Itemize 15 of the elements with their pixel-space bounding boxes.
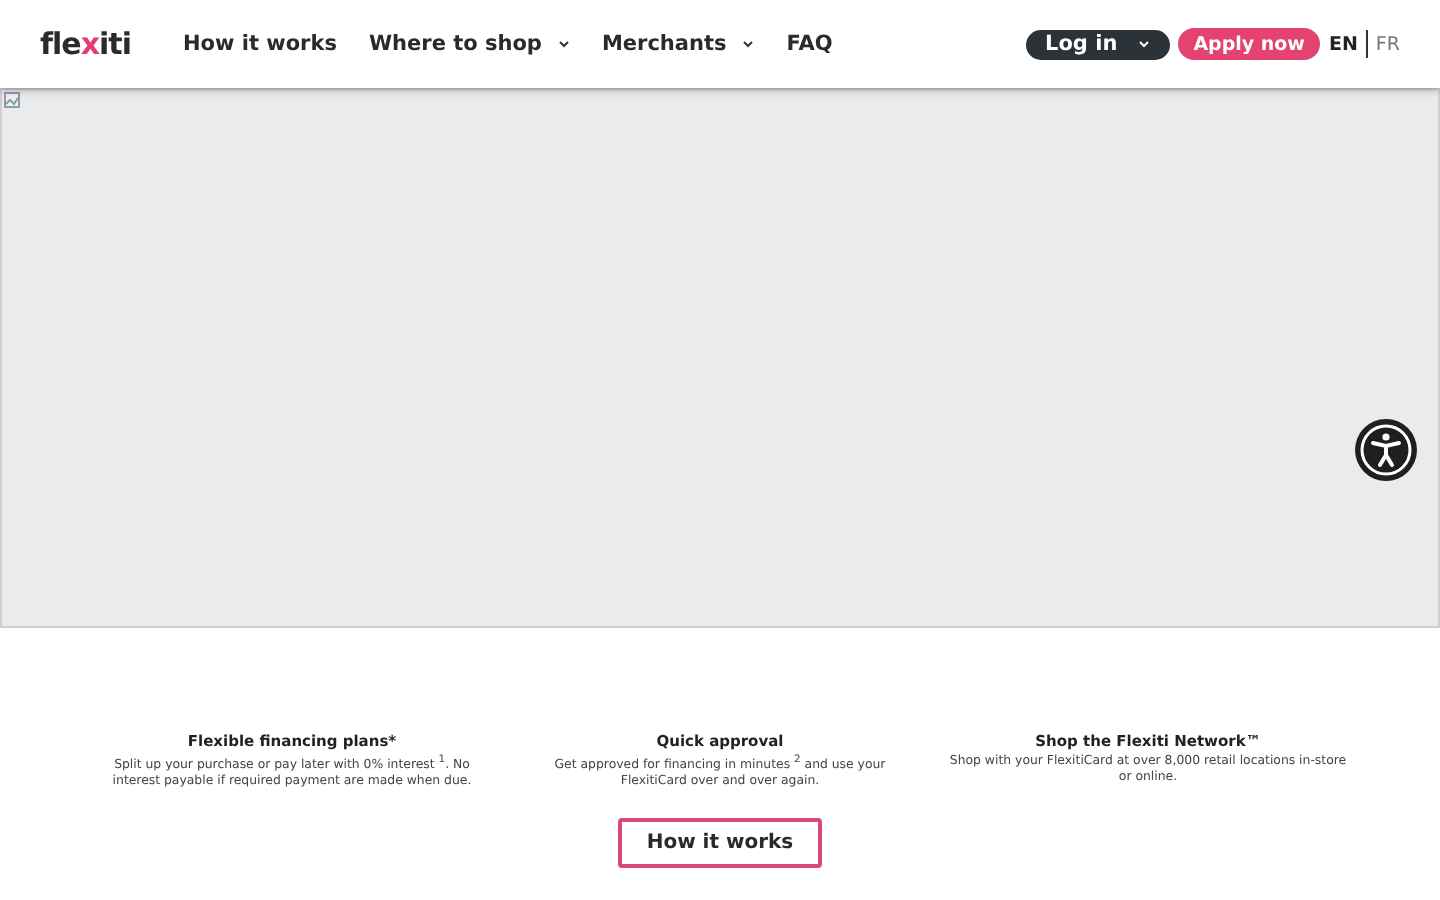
caret-icon bbox=[1137, 40, 1150, 48]
caret-icon bbox=[557, 40, 570, 48]
login-button[interactable]: Log in bbox=[1025, 29, 1170, 59]
caret-icon bbox=[742, 40, 755, 48]
how-it-works-button[interactable]: How it works bbox=[618, 818, 822, 869]
apply-button[interactable]: Apply now bbox=[1177, 28, 1321, 60]
nav-link[interactable]: How it works bbox=[183, 32, 337, 56]
accessibility-icon[interactable] bbox=[1354, 418, 1418, 482]
nav-link[interactable]: Where to shop bbox=[368, 32, 570, 56]
flexiti-logo[interactable]: flexiti bbox=[40, 26, 131, 62]
nav-link[interactable]: Merchants bbox=[601, 32, 755, 56]
language-link[interactable]: EN bbox=[1328, 33, 1358, 55]
nav-link[interactable]: FAQ bbox=[786, 32, 833, 56]
broken-image-icon bbox=[4, 92, 20, 108]
language-link[interactable]: FR bbox=[1375, 33, 1400, 55]
